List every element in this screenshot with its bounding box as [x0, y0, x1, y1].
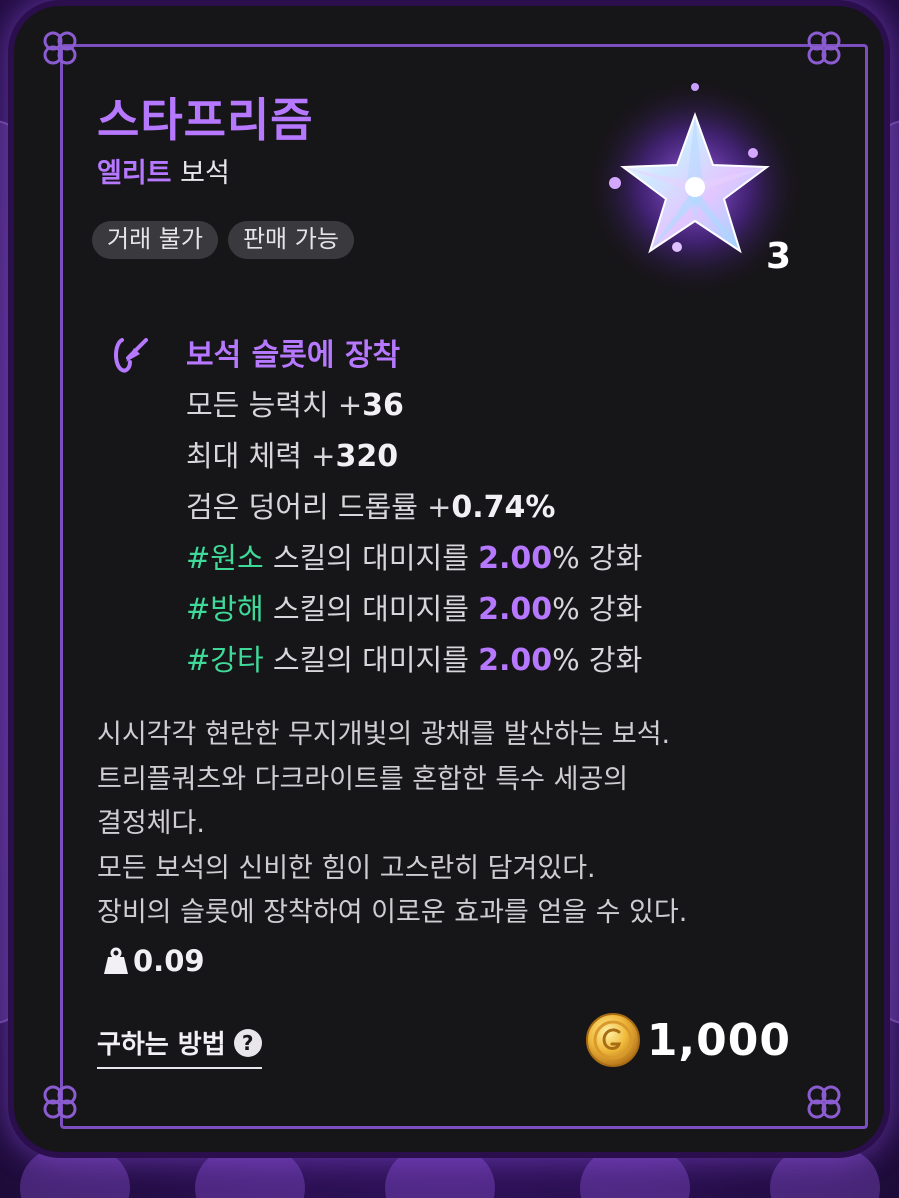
skill-text: 스킬의 대미지를	[263, 592, 479, 626]
background-slot	[580, 1148, 690, 1198]
skill-value: 2.00	[478, 643, 553, 678]
corner-knot-icon	[43, 31, 77, 65]
skill-tag: #강타	[186, 643, 264, 677]
stat-line: 모든 능력치 +36	[186, 381, 826, 432]
skill-suffix: % 강화	[552, 643, 643, 677]
skill-value: 2.00	[478, 541, 553, 576]
weight-value: 0.09	[133, 944, 205, 978]
skill-tag: #원소	[186, 541, 264, 575]
item-grade-category: 엘리트 보석	[97, 151, 230, 190]
corner-knot-icon	[43, 1085, 77, 1119]
weight-icon	[104, 947, 128, 974]
stat-list: 모든 능력치 +36 최대 체력 +320 검은 덩어리 드롭률 +0.74% …	[186, 381, 826, 687]
tag-sellable: 판매 가능	[227, 221, 354, 259]
item-grade: 엘리트	[97, 158, 172, 189]
stat-value: 0.74%	[451, 490, 556, 525]
item-tags: 거래 불가 판매 가능	[92, 221, 354, 259]
skill-bonus-line: #방해 스킬의 대미지를 2.00% 강화	[186, 585, 826, 636]
tag-untradeable: 거래 불가	[92, 221, 218, 259]
description-line: 트리플쿼츠와 다크라이트를 혼합한 특수 세공의	[97, 763, 629, 795]
item-description: 시시각각 현란한 무지개빛의 광채를 발산하는 보석. 트리플쿼츠와 다크라이트…	[97, 713, 837, 936]
background-slot	[770, 1148, 880, 1198]
skill-bonus-line: #원소 스킬의 대미지를 2.00% 강화	[186, 534, 826, 585]
equip-section-title: 보석 슬롯에 장착	[186, 338, 401, 373]
skill-suffix: % 강화	[552, 541, 643, 575]
item-quantity: 3	[766, 236, 792, 277]
skill-text: 스킬의 대미지를	[263, 643, 479, 677]
price-value: 1,000	[646, 1014, 791, 1066]
skill-text: 스킬의 대미지를	[263, 541, 479, 575]
skill-suffix: % 강화	[552, 592, 643, 626]
stat-value: 320	[335, 439, 399, 474]
corner-knot-icon	[807, 1085, 841, 1119]
description-line: 결정체다.	[97, 808, 205, 840]
stat-label: 모든 능력치 +	[186, 388, 363, 422]
background-slot	[385, 1148, 495, 1198]
how-to-obtain-label: 구하는 방법	[97, 1030, 226, 1060]
background-slot	[195, 1148, 305, 1198]
skill-tag: #방해	[186, 592, 264, 626]
item-price: 1,000	[585, 1012, 791, 1068]
question-circle-icon: ?	[233, 1028, 262, 1057]
stat-value: 36	[362, 388, 404, 423]
item-category: 보석	[180, 158, 230, 189]
skill-bonus-line: #강타 스킬의 대미지를 2.00% 강화	[186, 636, 826, 687]
stat-line: 검은 덩어리 드롭률 +0.74%	[186, 483, 826, 534]
item-name: 스타프리즘	[97, 93, 314, 147]
description-line: 장비의 슬롯에 장착하여 이로운 효과를 얻을 수 있다.	[97, 897, 688, 929]
description-line: 시시각각 현란한 무지개빛의 광채를 발산하는 보석.	[97, 719, 671, 750]
background-slot	[20, 1148, 130, 1198]
skill-value: 2.00	[478, 592, 553, 627]
equip-slot-icon	[114, 338, 148, 373]
corner-knot-icon	[807, 31, 841, 65]
item-weight: 0.09	[103, 944, 205, 978]
stat-label: 최대 체력 +	[186, 439, 336, 473]
stat-line: 최대 체력 +320	[186, 432, 826, 483]
how-to-obtain-link[interactable]: 구하는 방법 ?	[97, 1024, 262, 1069]
gold-coin-icon	[585, 1013, 640, 1067]
stat-label: 검은 덩어리 드롭률 +	[186, 490, 452, 524]
screen: 스타프리즘 엘리트 보석 거래 불가 판매 가능 3 보석 슬롯에 장착 모든 …	[0, 0, 899, 1198]
description-line: 모든 보석의 신비한 힘이 고스란히 담겨있다.	[97, 852, 596, 884]
